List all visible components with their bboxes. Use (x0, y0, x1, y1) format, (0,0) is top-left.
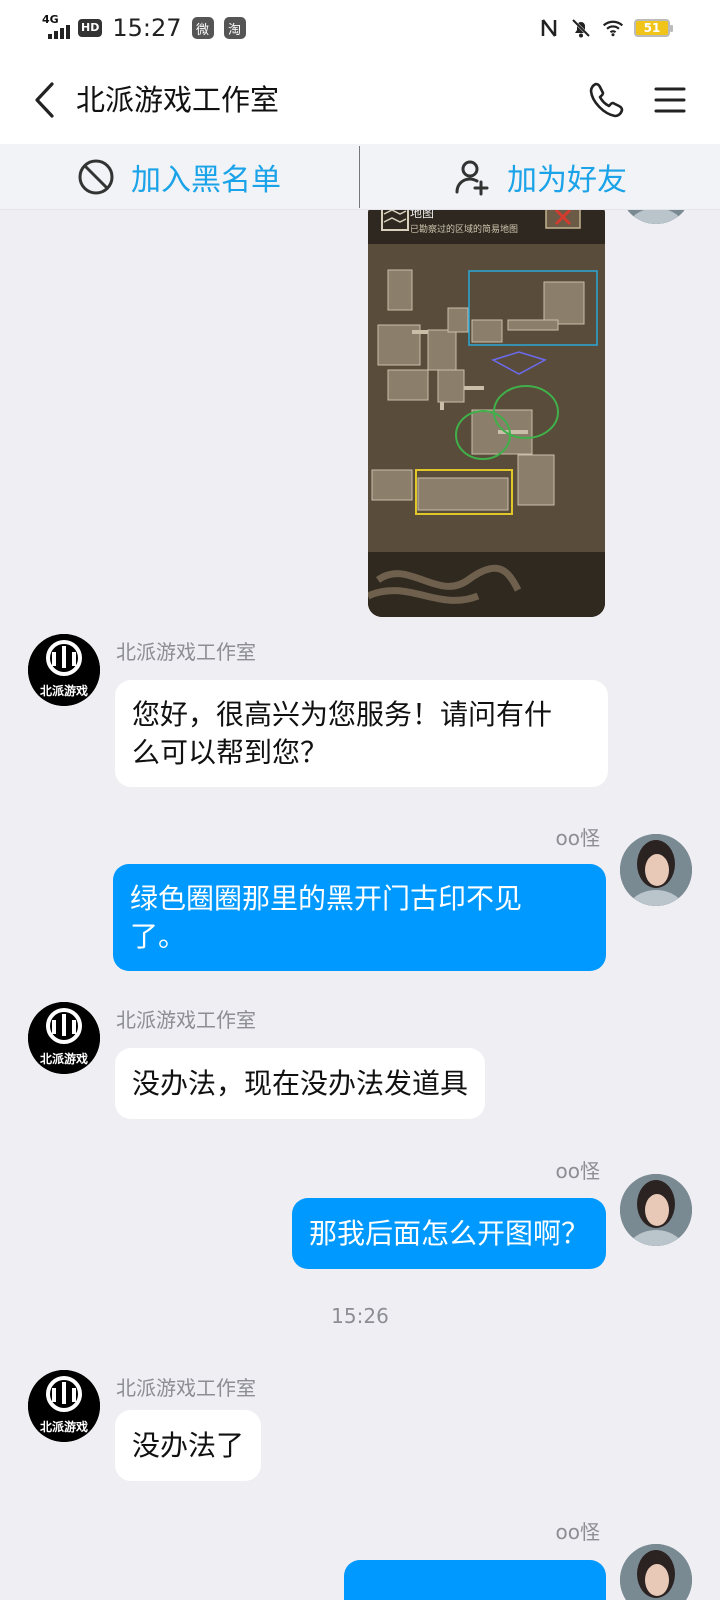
menu-button[interactable] (648, 78, 692, 122)
hd-icon: HD (78, 19, 103, 37)
avatar[interactable]: 北派游戏 (28, 634, 100, 706)
sender-name: 北派游戏工作室 (116, 640, 256, 664)
add-friend-button[interactable]: 加为好友 (361, 144, 719, 210)
add-friend-label: 加为好友 (507, 163, 627, 198)
time-divider: 15:26 (331, 1304, 389, 1328)
avatar[interactable]: 北派游戏 (28, 1002, 100, 1074)
chat-header: 北派游戏工作室 (0, 56, 720, 144)
message-text: 没办法，现在没办法发道具 (132, 1066, 469, 1100)
back-button[interactable] (22, 78, 66, 122)
wechat-notification-icon: 微 (191, 17, 214, 39)
message-bubble[interactable]: 没办法，现在没办法发道具 (115, 1048, 486, 1119)
avatar[interactable] (620, 1174, 692, 1246)
phone-icon (589, 82, 624, 118)
map-title: 地图 (410, 210, 435, 220)
sender-name: oo怪 (555, 826, 600, 850)
sender-name: oo怪 (555, 1159, 600, 1183)
message-text-line: 么可以帮到您？ (132, 735, 329, 769)
status-time: 15:27 (112, 14, 182, 42)
message-text-line: 绿色圈圈那里的黑开门古印不见 (130, 881, 523, 915)
message-bubble[interactable] (344, 1560, 606, 1600)
mute-bell-icon (570, 17, 592, 39)
avatar-label: 北派游戏 (39, 1420, 88, 1434)
avatar-label: 北派游戏 (39, 1052, 88, 1066)
map-subtitle: 已勘察过的区域的简易地图 (410, 225, 519, 235)
status-bar: 4G HD 15:27 微 淘 51 (0, 0, 720, 56)
message-text-line: 您好，很高兴为您服务！请问有什 (132, 697, 553, 731)
message-bubble[interactable]: 绿色圈圈那里的黑开门古印不见 了。 (113, 864, 606, 971)
sender-name: 北派游戏工作室 (116, 1376, 256, 1400)
action-bar: 加入黑名单 加为好友 (0, 144, 720, 210)
avatar[interactable] (620, 1544, 692, 1600)
status-right: 51 (538, 14, 673, 42)
nfc-icon (538, 17, 560, 39)
call-button[interactable] (584, 78, 628, 122)
avatar[interactable] (620, 834, 692, 906)
taobao-notification-icon: 淘 (223, 17, 246, 39)
message-bubble[interactable]: 您好，很高兴为您服务！请问有什 么可以帮到您？ (115, 680, 608, 787)
message-bubble[interactable]: 没办法了 (115, 1410, 262, 1481)
battery-icon: 51 (634, 19, 673, 37)
signal-icon: 4G (42, 13, 74, 41)
message-list[interactable]: 地图 已勘察过的区域的简易地图 北派游戏 北派游戏工作室 您好，很高兴为您服务！… (0, 210, 720, 1600)
message-text: 没办法了 (132, 1428, 245, 1462)
avatar[interactable]: 北派游戏 (28, 1370, 100, 1442)
avatar[interactable] (620, 210, 692, 224)
action-divider (359, 146, 360, 208)
block-icon (78, 159, 114, 195)
image-message[interactable]: 地图 已勘察过的区域的简易地图 (368, 210, 605, 617)
add-to-blacklist-button[interactable]: 加入黑名单 (0, 144, 358, 210)
sender-name: oo怪 (555, 1520, 600, 1544)
wifi-icon (602, 17, 624, 39)
chevron-left-icon (35, 82, 54, 118)
message-text: 那我后面怎么开图啊？ (308, 1216, 589, 1250)
chat-title: 北派游戏工作室 (76, 83, 280, 117)
sender-name: 北派游戏工作室 (116, 1008, 256, 1032)
add-to-blacklist-label: 加入黑名单 (131, 163, 281, 198)
message-bubble[interactable]: 那我后面怎么开图啊？ (291, 1198, 606, 1269)
add-user-icon (455, 160, 489, 196)
message-text-line: 了。 (130, 919, 187, 953)
status-left: 4G HD 15:27 微 淘 (42, 12, 246, 44)
avatar-label: 北派游戏 (39, 684, 88, 698)
hamburger-menu-icon (654, 87, 686, 113)
